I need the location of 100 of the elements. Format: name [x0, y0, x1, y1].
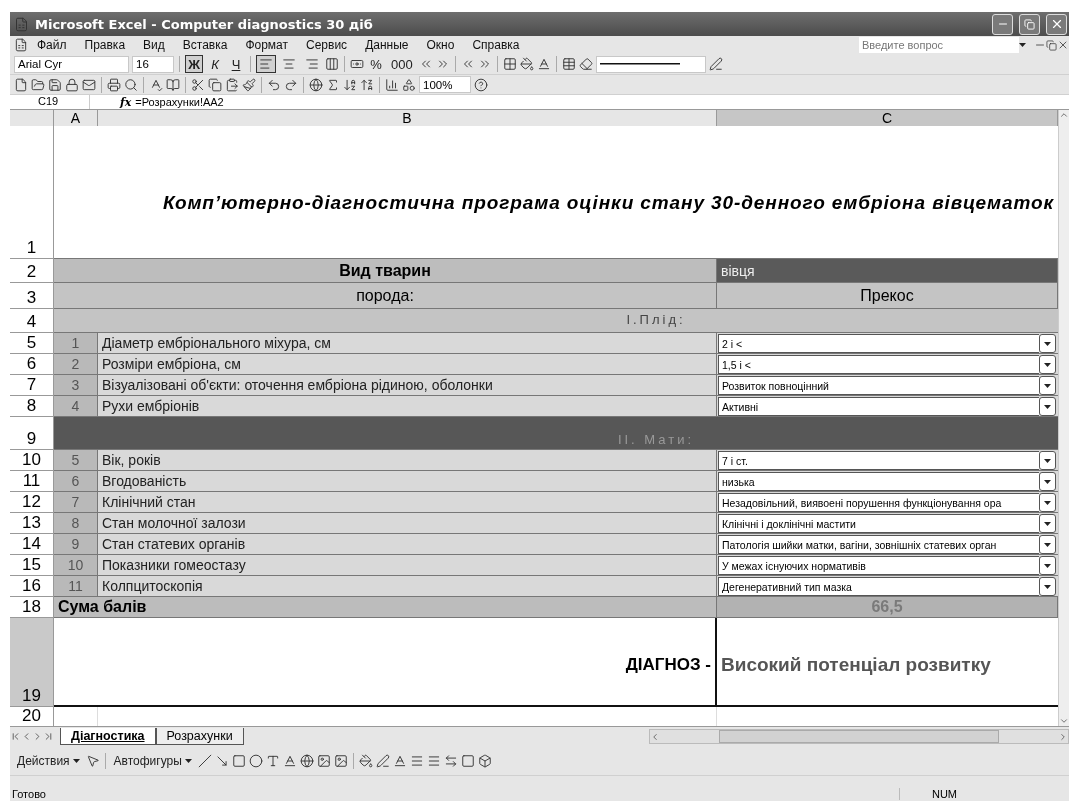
shapes-icon[interactable] — [402, 77, 416, 92]
cut-icon[interactable] — [191, 77, 205, 92]
chart-icon[interactable] — [385, 77, 399, 92]
menu-item[interactable]: Правка — [75, 38, 135, 52]
close-button[interactable] — [1046, 13, 1067, 35]
borders-icon[interactable] — [502, 57, 517, 71]
menu-item[interactable]: Вид — [134, 38, 174, 52]
printer-icon[interactable] — [107, 77, 121, 92]
last-sheet-icon[interactable] — [43, 731, 54, 742]
sheet-tab[interactable]: Розрахунки — [155, 728, 244, 745]
paste-icon[interactable] — [225, 77, 239, 92]
dropdown-button[interactable] — [1039, 472, 1056, 491]
menu-item[interactable]: Сервис — [297, 38, 357, 52]
row-header[interactable]: 10 — [10, 450, 54, 471]
text-color-icon[interactable] — [392, 753, 407, 768]
line-style-icon[interactable] — [409, 753, 424, 768]
copy-icon[interactable] — [208, 77, 222, 92]
number-format-button[interactable]: 000 — [388, 55, 416, 73]
spellcheck-icon[interactable] — [149, 77, 163, 92]
sort-descending-icon[interactable] — [360, 77, 374, 92]
row-header[interactable]: 13 — [10, 513, 54, 534]
dropdown-field[interactable]: Патологія шийки матки, вагіни, зовнішніх статевих орган — [718, 535, 1039, 554]
wordart-icon[interactable] — [282, 753, 297, 768]
dropdown-button[interactable] — [1039, 334, 1056, 353]
restore-icon[interactable] — [1046, 39, 1057, 51]
dropdown-button[interactable] — [1039, 376, 1056, 395]
row-header[interactable]: 3 — [10, 283, 54, 309]
row-header[interactable]: 6 — [10, 354, 54, 375]
actions-menu-button[interactable]: Действия — [14, 751, 83, 770]
dropdown-field[interactable]: У межах існуючих нормативів — [718, 556, 1039, 575]
row-header[interactable]: 18 — [10, 597, 54, 618]
eraser-icon[interactable] — [578, 57, 593, 71]
dropdown-field[interactable]: Дегенеративний тип мазка — [718, 577, 1039, 596]
pointer-icon[interactable] — [85, 753, 100, 768]
restore-button[interactable] — [1019, 13, 1040, 35]
row-header[interactable]: 8 — [10, 396, 54, 417]
dash-style-icon[interactable] — [426, 753, 441, 768]
row-header[interactable]: 16 — [10, 576, 54, 597]
scroll-down-icon[interactable] — [1059, 716, 1069, 726]
sigma-icon[interactable] — [326, 77, 340, 92]
dropdown-field[interactable]: 2 і < — [718, 334, 1039, 353]
new-file-icon[interactable] — [14, 77, 28, 92]
sort-ascending-icon[interactable] — [343, 77, 357, 92]
help-search-field[interactable]: Введите вопрос — [859, 37, 1019, 53]
format-button[interactable]: К — [206, 55, 224, 73]
workbook-icon[interactable] — [14, 38, 28, 52]
scroll-left-icon[interactable] — [650, 731, 660, 742]
undo-icon[interactable] — [267, 77, 281, 92]
row-header[interactable]: 5 — [10, 333, 54, 354]
dropdown-field[interactable]: Активні — [718, 397, 1039, 416]
dropdown-button[interactable] — [1039, 535, 1056, 554]
menu-item[interactable]: Формат — [236, 38, 298, 52]
row-header[interactable]: 2 — [10, 259, 54, 283]
cube-icon[interactable] — [477, 753, 492, 768]
dropdown-field[interactable]: 7 і ст. — [718, 451, 1039, 470]
first-sheet-icon[interactable] — [10, 731, 21, 742]
row-header[interactable]: 15 — [10, 555, 54, 576]
dropdown-button[interactable] — [1039, 556, 1056, 575]
dropdown-button[interactable] — [1039, 397, 1056, 416]
menu-item[interactable]: Окно — [417, 38, 464, 52]
line-style-select[interactable] — [595, 55, 706, 73]
sheet-tab[interactable]: Діагностика — [60, 728, 156, 745]
currency-icon[interactable] — [350, 57, 364, 71]
format-button[interactable]: Ж — [185, 55, 203, 73]
dropdown-button[interactable] — [1039, 493, 1056, 512]
dropdown-button[interactable] — [1039, 577, 1056, 596]
insert-picture-icon[interactable] — [333, 753, 348, 768]
formula-field[interactable]: =Розрахунки!AA2 — [135, 96, 224, 108]
globe-icon[interactable] — [309, 77, 323, 92]
fill-color-tool-icon[interactable] — [358, 753, 373, 768]
dropdown-button[interactable] — [1039, 355, 1056, 374]
menu-item[interactable]: Справка — [463, 38, 529, 52]
format-button[interactable]: Ч — [227, 55, 245, 73]
save-icon[interactable] — [48, 77, 62, 92]
redo-icon[interactable] — [284, 77, 298, 92]
row-header[interactable]: 7 — [10, 375, 54, 396]
row-header[interactable]: 4 — [10, 309, 54, 333]
menu-item[interactable]: Вставка — [173, 38, 237, 52]
row-header[interactable]: 9 — [10, 417, 54, 450]
print-preview-icon[interactable] — [124, 77, 138, 92]
dropdown-field[interactable]: Незадовільний, виявоені порушення функціонування ора — [718, 493, 1039, 512]
dropdown-button[interactable] — [1039, 514, 1056, 533]
book-icon[interactable] — [166, 77, 180, 92]
number-format-button[interactable]: % — [367, 55, 385, 73]
mail-icon[interactable] — [82, 77, 96, 92]
help-icon[interactable] — [474, 77, 488, 92]
draw-table-icon[interactable] — [561, 57, 576, 71]
line-tool-icon[interactable] — [197, 753, 212, 768]
folder-icon[interactable] — [31, 77, 45, 92]
zoom-select[interactable]: 100% — [419, 76, 471, 93]
font-select[interactable]: Arial Cyr — [14, 55, 129, 73]
row-header[interactable]: 12 — [10, 492, 54, 513]
row-header[interactable]: 19 — [10, 618, 54, 707]
oval-tool-icon[interactable] — [248, 753, 263, 768]
rectangle-tool-icon[interactable] — [231, 753, 246, 768]
scroll-up-icon[interactable] — [1059, 110, 1069, 120]
row-header[interactable]: 14 — [10, 534, 54, 555]
close-icon[interactable] — [1057, 39, 1069, 51]
dropdown-field[interactable]: 1,5 і < — [718, 355, 1039, 374]
row-header[interactable]: 11 — [10, 471, 54, 492]
